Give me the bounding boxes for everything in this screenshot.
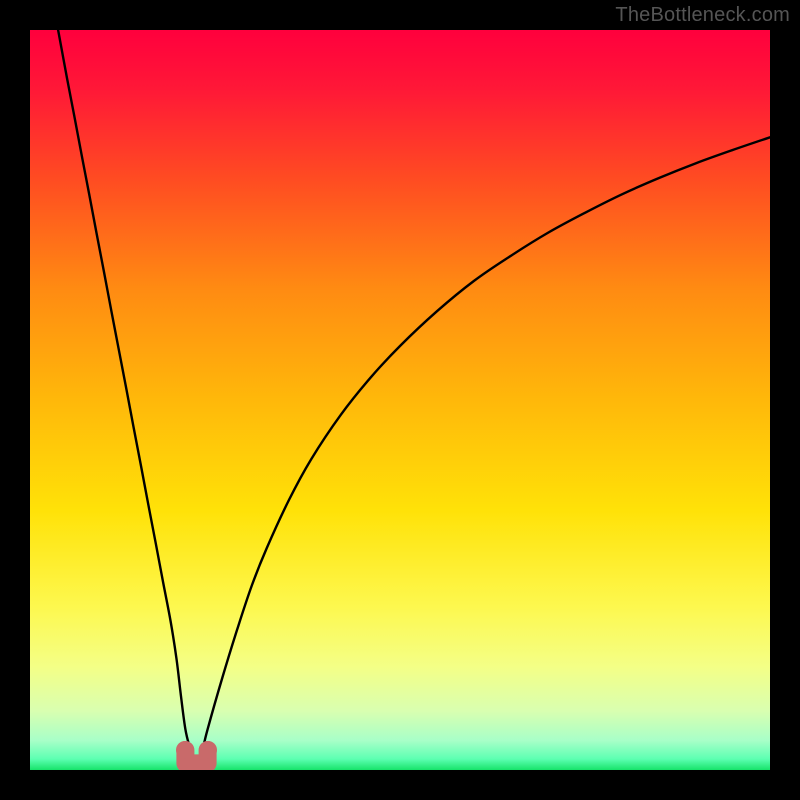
bottleneck-curve bbox=[30, 30, 770, 770]
plot-area bbox=[30, 30, 770, 770]
watermark-text: TheBottleneck.com bbox=[615, 4, 790, 27]
trough-marker-right bbox=[199, 741, 217, 759]
curve-right-branch bbox=[203, 137, 770, 748]
chart-frame: TheBottleneck.com bbox=[0, 0, 800, 800]
trough-marker-left bbox=[176, 741, 194, 759]
curve-left-branch bbox=[58, 30, 190, 748]
